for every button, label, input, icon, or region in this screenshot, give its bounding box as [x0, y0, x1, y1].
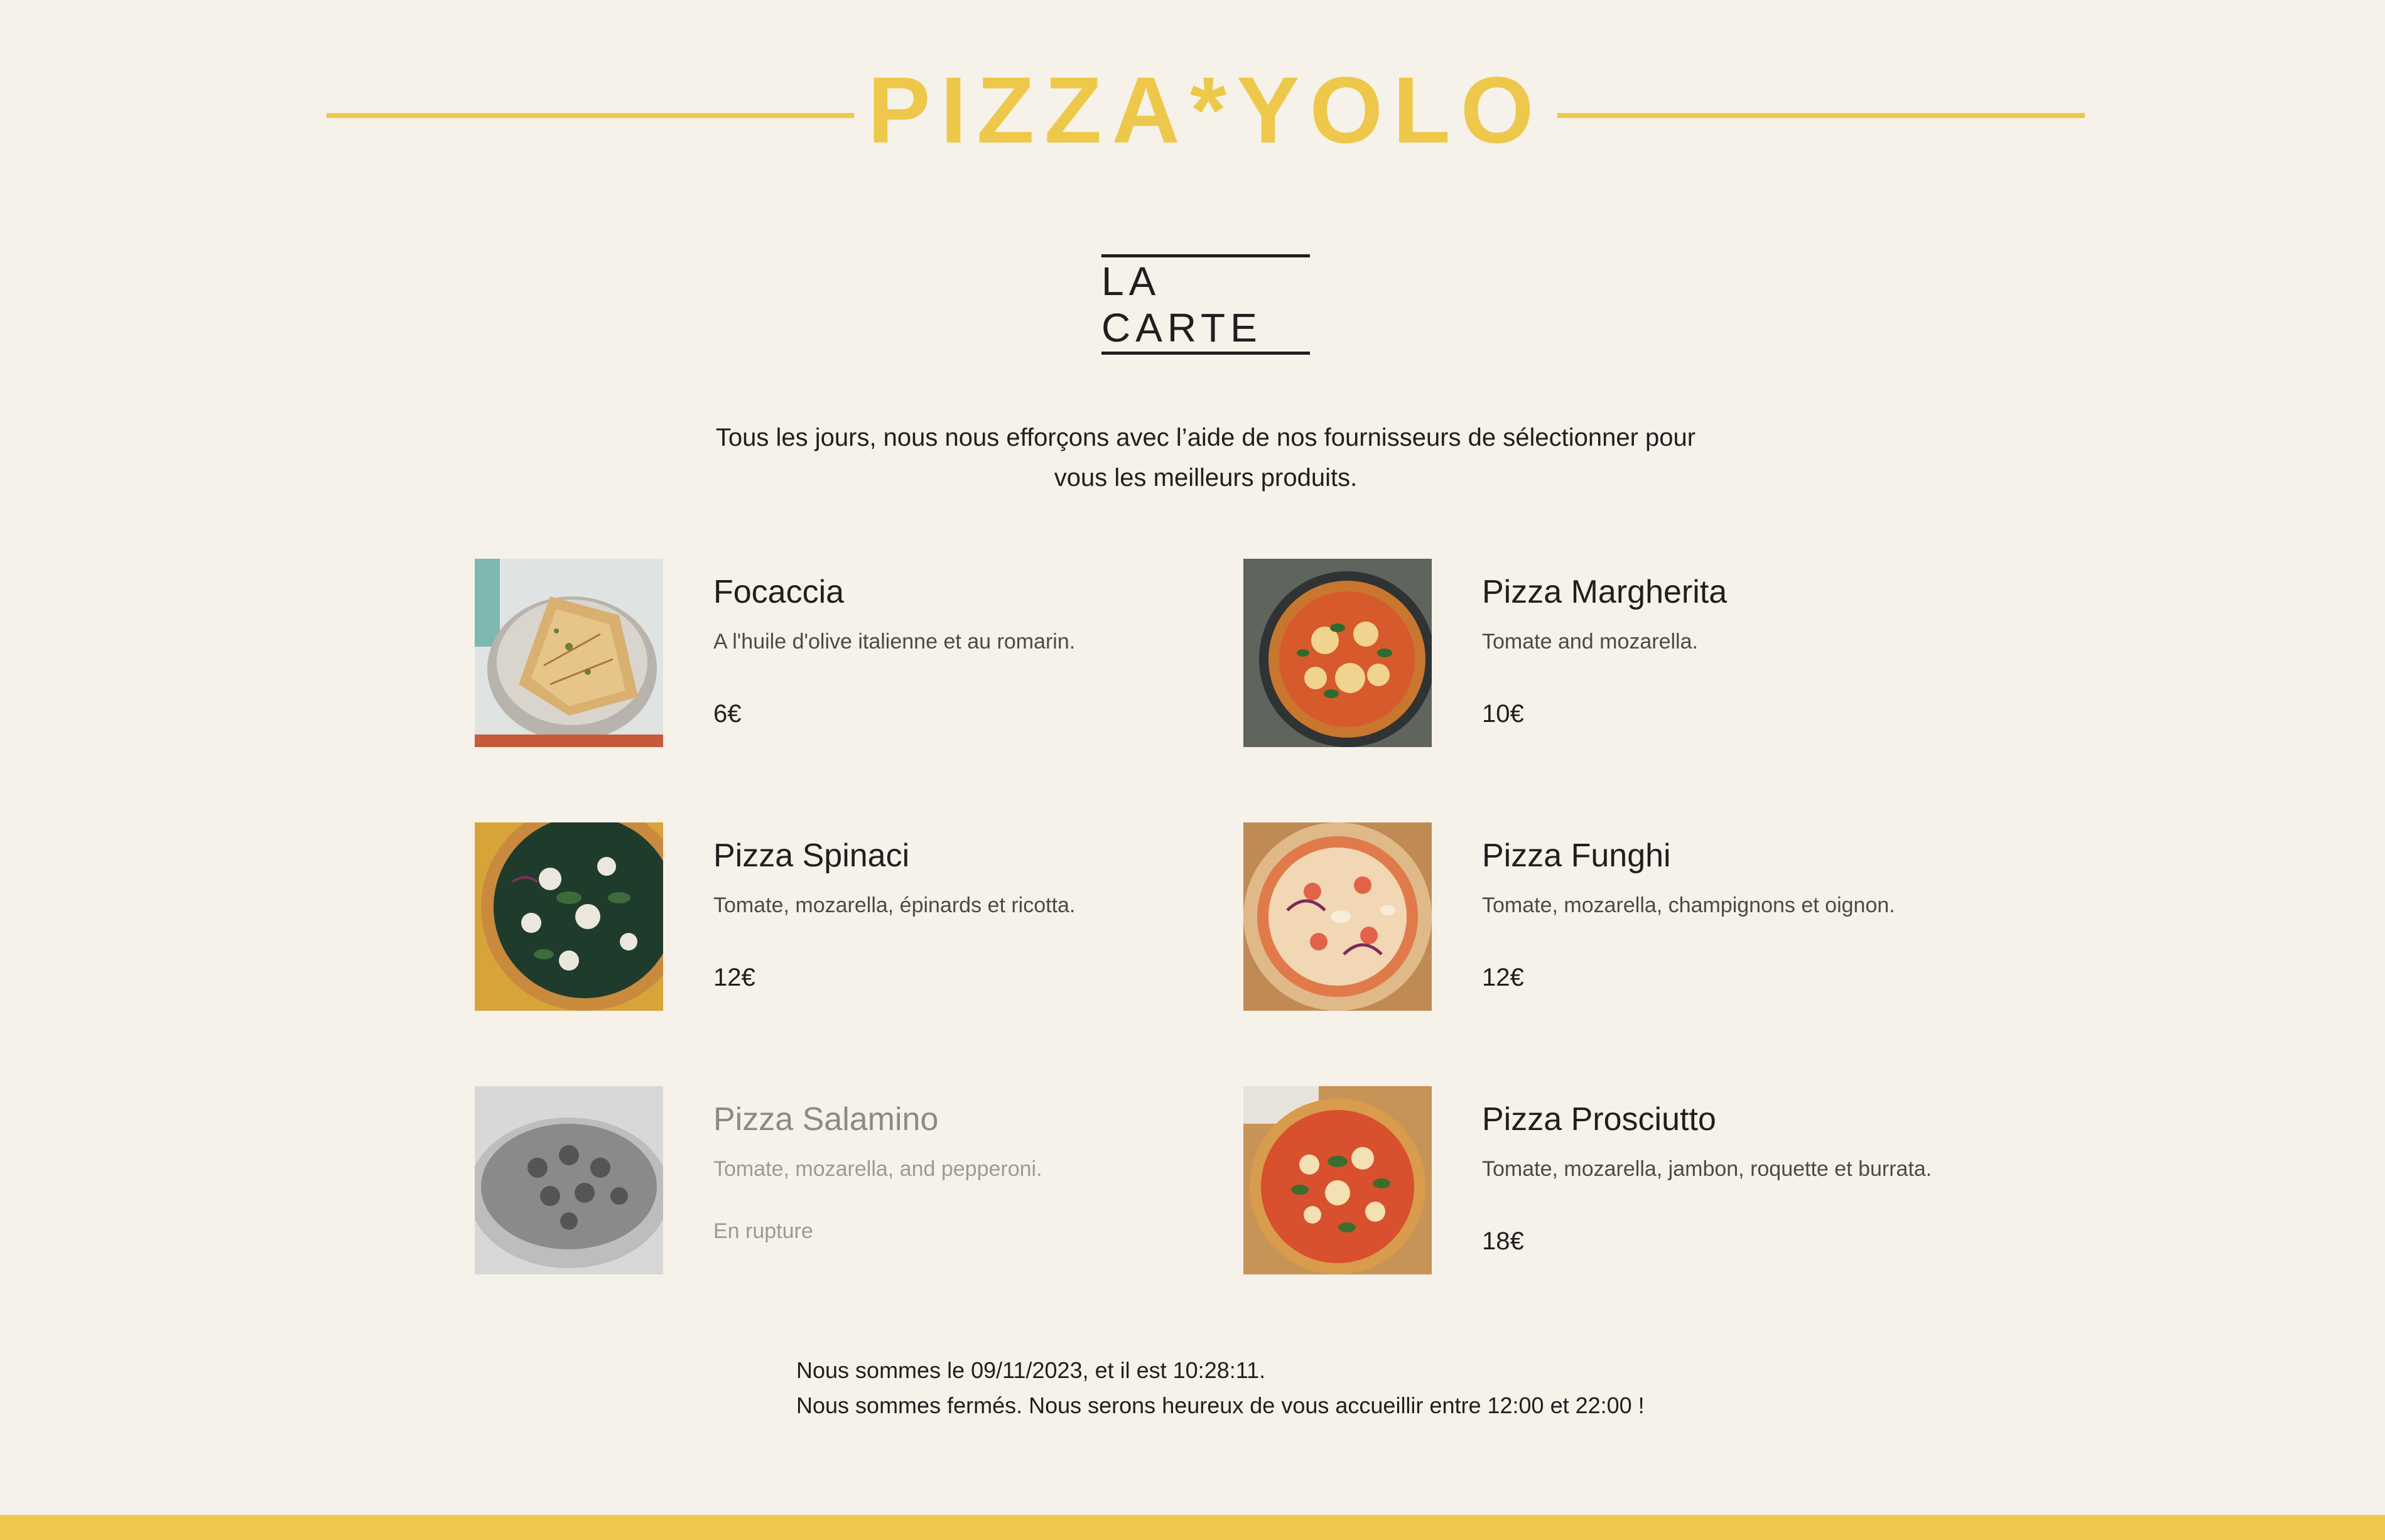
pizza-prosciutto-photo: [1243, 1086, 1432, 1274]
section-title: LA CARTE: [1101, 259, 1262, 350]
menu-item[interactable]: Focaccia A l'huile d'olive italienne et …: [475, 559, 1197, 747]
pizza-salamino-photo: [475, 1086, 663, 1274]
menu-item[interactable]: Pizza Prosciutto Tomate, mozarella, jamb…: [1243, 1086, 1966, 1274]
intro-text: Tous les jours, nous nous efforçons avec…: [691, 417, 1721, 498]
menu-item[interactable]: Pizza Margherita Tomate and mozarella. 1…: [1243, 559, 1966, 747]
menu-item-price: 12€: [1482, 964, 1524, 992]
intro-line-1: Tous les jours, nous nous efforçons avec…: [715, 424, 1696, 451]
menu-item-price: 6€: [713, 700, 742, 728]
brand-logo: PIZZA*YOLO: [867, 57, 1544, 163]
menu-item-name: Pizza Salamino: [713, 1101, 939, 1138]
section-title-frame: LA CARTE: [1101, 254, 1310, 355]
menu-item-info: Pizza Margherita Tomate and mozarella. 1…: [1482, 559, 1959, 729]
menu-item-name: Focaccia: [713, 574, 845, 610]
opening-hours-notice: Nous sommes le 09/11/2023, et il est 10:…: [796, 1353, 1738, 1423]
header-divider-right: [1557, 113, 2085, 118]
menu-item-description: A l'huile d'olive italienne et au romari…: [713, 630, 1076, 654]
page: PIZZA*YOLO LA CARTE Tous les jours, nous…: [0, 0, 2385, 1540]
menu-item-info: Pizza Spinaci Tomate, mozarella, épinard…: [713, 822, 1191, 993]
menu-item-info: Pizza Funghi Tomate, mozarella, champign…: [1482, 822, 1959, 993]
menu-item-price: 18€: [1482, 1227, 1524, 1256]
menu-item-name: Pizza Prosciutto: [1482, 1101, 1716, 1138]
menu-item[interactable]: Pizza Funghi Tomate, mozarella, champign…: [1243, 822, 1966, 1011]
menu-item-description: Tomate, mozarella, épinards et ricotta.: [713, 893, 1076, 918]
opening-status-text: Nous sommes fermés. Nous serons heureux …: [796, 1392, 1645, 1418]
menu-item-description: Tomate, mozarella, champignons et oignon…: [1482, 893, 1895, 918]
focaccia-photo: [475, 559, 663, 747]
pizza-funghi-photo: [1243, 822, 1432, 1011]
menu-item-price: 10€: [1482, 700, 1524, 728]
intro-line-2: vous les meilleurs produits.: [1054, 464, 1358, 492]
menu-item-price: 12€: [713, 964, 755, 992]
menu-item-name: Pizza Funghi: [1482, 837, 1671, 874]
menu-item-stock-status: En rupture: [713, 1219, 813, 1244]
menu-item-description: Tomate, mozarella, and pepperoni.: [713, 1157, 1042, 1182]
pizza-spinaci-photo: [475, 822, 663, 1011]
site-header: PIZZA*YOLO: [0, 50, 2385, 182]
footer-bar: [0, 1515, 2385, 1540]
menu-item-name: Pizza Margherita: [1482, 574, 1728, 610]
current-datetime-text: Nous sommes le 09/11/2023, et il est 10:…: [796, 1357, 1266, 1383]
header-divider-left: [327, 113, 854, 118]
pizza-margherita-photo: [1243, 559, 1432, 747]
menu-item-info: Focaccia A l'huile d'olive italienne et …: [713, 559, 1191, 729]
menu-item[interactable]: Pizza Salamino Tomate, mozarella, and pe…: [475, 1086, 1197, 1274]
menu-item-info: Pizza Prosciutto Tomate, mozarella, jamb…: [1482, 1086, 1959, 1256]
menu-item-description: Tomate and mozarella.: [1482, 630, 1698, 654]
menu-item[interactable]: Pizza Spinaci Tomate, mozarella, épinard…: [475, 822, 1197, 1011]
menu-grid: Focaccia A l'huile d'olive italienne et …: [475, 559, 1932, 1274]
menu-item-description: Tomate, mozarella, jambon, roquette et b…: [1482, 1157, 1932, 1182]
menu-item-info: Pizza Salamino Tomate, mozarella, and pe…: [713, 1086, 1191, 1244]
menu-item-name: Pizza Spinaci: [713, 837, 910, 874]
